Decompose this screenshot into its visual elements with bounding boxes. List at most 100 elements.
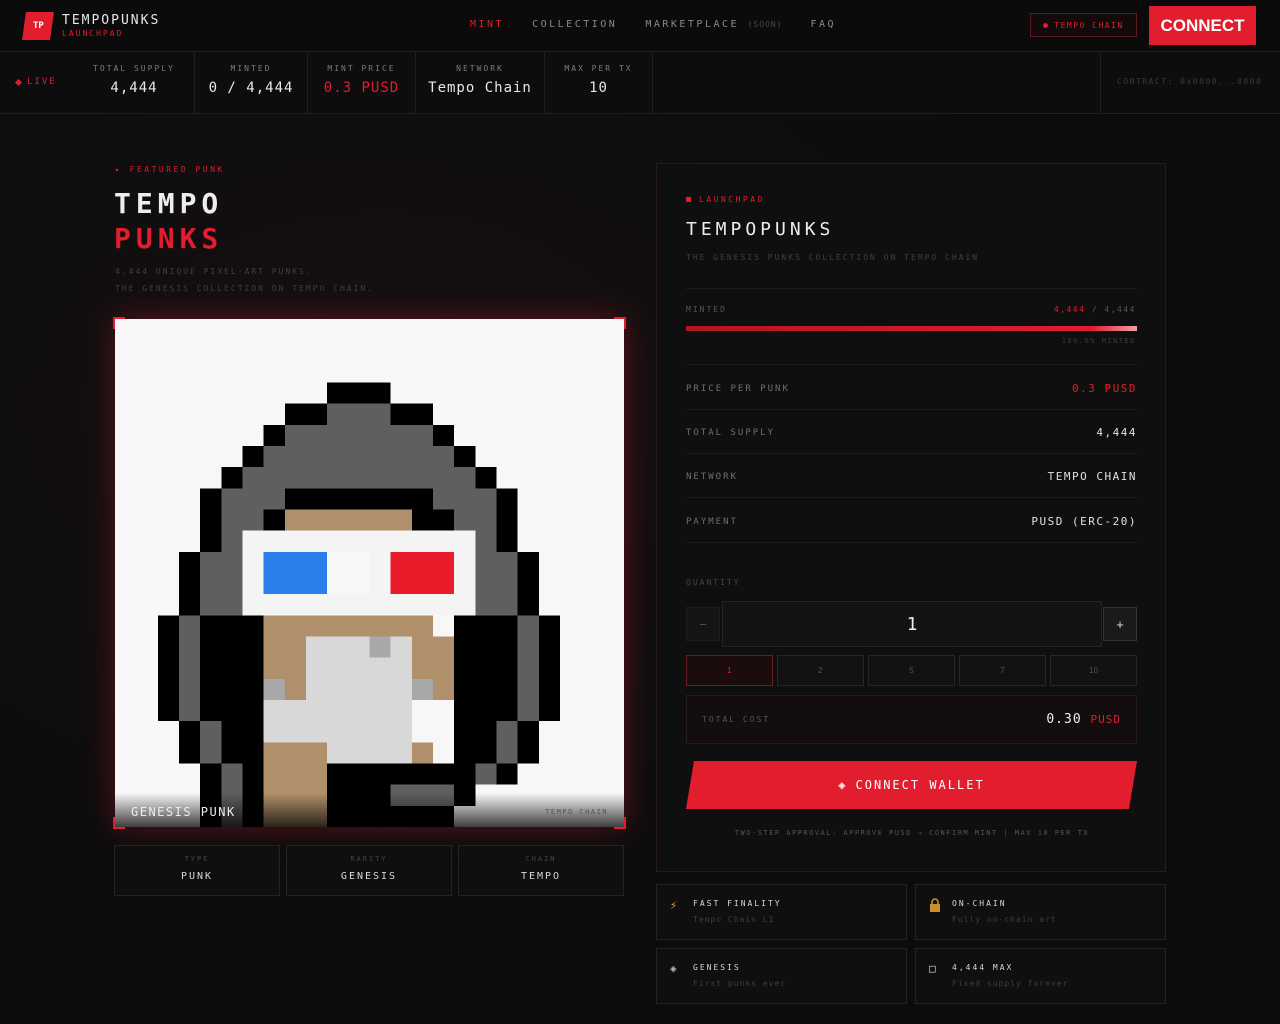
quantity-decrement-button[interactable]: −	[686, 607, 720, 641]
art-caption-bar: GENESIS PUNK TEMPO CHAIN	[115, 793, 624, 827]
mint-note: TWO-STEP APPROVAL: APPROVE PUSD → CONFIR…	[734, 829, 1090, 837]
attribute-rarity: RARITY GENESIS	[286, 845, 452, 896]
contract-address[interactable]: CONTRACT: 0x0000...0000	[1117, 77, 1262, 86]
attribute-label: TYPE	[184, 855, 210, 863]
chain-badge[interactable]: TEMPO CHAIN	[1030, 13, 1137, 37]
featured-punk-art[interactable]: GENESIS PUNK TEMPO CHAIN	[115, 319, 624, 827]
row-price: PRICE PER PUNK 0.3 PUSD	[686, 366, 1137, 410]
square-bullet-icon	[686, 197, 691, 202]
row-total-supply: TOTAL SUPPLY 4,444	[686, 410, 1137, 454]
wallet-diamond-icon: ◈	[838, 778, 848, 792]
stat-value: 0.3 PUSD	[323, 80, 400, 96]
punk-pixel-art	[157, 382, 560, 827]
lock-icon	[929, 898, 941, 915]
row-value: TEMPO CHAIN	[1047, 470, 1137, 483]
stats-bar: LIVE TOTAL SUPPLY 4,444 MINTED 0 / 4,444…	[0, 52, 1280, 114]
feature-sub: Tempo Chain L1	[693, 915, 775, 924]
minted-total-value: 4,444	[1104, 305, 1136, 314]
logo-badge[interactable]: TP	[22, 12, 54, 40]
feature-title: ON-CHAIN	[952, 899, 1007, 908]
quantity-increment-button[interactable]: +	[1103, 607, 1137, 641]
feature-title: 4,444 MAX	[952, 963, 1014, 972]
total-cost-amount: 0.30 PUSD	[1046, 712, 1121, 727]
featured-eyebrow: ▸ FEATURED PUNK	[115, 165, 225, 174]
stat-value: 4,444	[110, 80, 158, 96]
panel-title: TEMPOPUNKS	[686, 219, 835, 240]
quantity-preset-7[interactable]: 7	[959, 655, 1046, 686]
total-cost-value: 0.30	[1046, 712, 1082, 727]
row-label: NETWORK	[686, 472, 738, 482]
art-caption: GENESIS PUNK	[131, 805, 236, 819]
divider	[686, 288, 1137, 289]
live-diamond-icon	[14, 78, 23, 86]
art-chain-tag: TEMPO CHAIN	[545, 808, 608, 816]
feature-sub: Fixed supply forever	[952, 979, 1069, 988]
quantity-preset-10[interactable]: 10	[1050, 655, 1137, 686]
frame-corner	[614, 317, 626, 329]
quantity-preset-2[interactable]: 2	[777, 655, 864, 686]
stat-value: 0 / 4,444	[208, 80, 294, 96]
nav-links: MINT COLLECTION MARKETPLACE (SOON) FAQ	[470, 19, 836, 30]
soon-tag: (SOON)	[747, 20, 783, 29]
chain-badge-label: TEMPO CHAIN	[1054, 20, 1124, 30]
hero-title-line1: TEMPO	[114, 187, 224, 220]
feature-title: FAST FINALITY	[693, 899, 782, 908]
total-cost-unit: PUSD	[1090, 713, 1121, 726]
stat-label: NETWORK	[456, 64, 504, 73]
diamond-icon: ◈	[670, 962, 677, 975]
minted-percent: 100.0% MINTED	[1061, 337, 1136, 345]
stat-max-per-tx: MAX PER TX 10	[545, 52, 653, 114]
stat-label: TOTAL SUPPLY	[93, 64, 175, 73]
feature-fast-finality: ⚡ FAST FINALITY Tempo Chain L1	[656, 884, 907, 940]
live-label: LIVE	[27, 77, 57, 87]
attribute-label: CHAIN	[525, 855, 557, 863]
quantity-preset-5[interactable]: 5	[868, 655, 955, 686]
minted-count: 4,444 / 4,444	[1054, 305, 1136, 314]
nav-link-marketplace-label: MARKETPLACE	[645, 19, 740, 30]
nav-link-marketplace[interactable]: MARKETPLACE (SOON)	[645, 19, 782, 30]
hero-desc-line1: 4,444 UNIQUE PIXEL-ART PUNKS.	[115, 267, 313, 276]
minted-separator: /	[1091, 305, 1099, 314]
feature-sub: First punks ever	[693, 979, 787, 988]
row-value: 4,444	[1096, 426, 1137, 439]
feature-sub: Fully on-chain art	[952, 915, 1057, 924]
stat-value: 10	[589, 80, 608, 96]
minted-count-value: 4,444	[1053, 305, 1086, 314]
attribute-chain: CHAIN TEMPO	[458, 845, 624, 896]
divider	[686, 364, 1137, 365]
nav-link-mint[interactable]: MINT	[470, 19, 504, 30]
minted-label: MINTED	[686, 305, 727, 314]
frame-corner	[113, 817, 125, 829]
stat-network: NETWORK Tempo Chain	[416, 52, 545, 114]
quantity-preset-1[interactable]: 1	[686, 655, 773, 686]
feature-on-chain: ON-CHAIN Fully on-chain art	[915, 884, 1166, 940]
brand-title[interactable]: TEMPOPUNKS	[62, 13, 160, 28]
connect-wallet-button[interactable]: ◈ CONNECT WALLET	[686, 761, 1137, 809]
stat-total-supply: TOTAL SUPPLY 4,444	[74, 52, 195, 114]
connect-wallet-label: CONNECT WALLET	[855, 778, 985, 792]
hero-desc-line2: THE GENESIS COLLECTION ON TEMPO CHAIN.	[115, 284, 375, 293]
row-payment: PAYMENT PUSD (ERC-20)	[686, 499, 1137, 543]
frame-corner	[614, 817, 626, 829]
row-label: PAYMENT	[686, 517, 738, 527]
frame-corner	[113, 317, 125, 329]
attribute-value: GENESIS	[340, 871, 398, 882]
nav-link-faq[interactable]: FAQ	[810, 19, 836, 30]
live-indicator: LIVE	[14, 77, 57, 87]
total-cost-label: TOTAL COST	[702, 715, 771, 724]
connect-button[interactable]: CONNECT	[1149, 6, 1256, 45]
mint-progress-bar	[686, 326, 1137, 331]
quantity-label: QUANTITY	[686, 578, 741, 587]
row-network: NETWORK TEMPO CHAIN	[686, 454, 1137, 498]
stat-label: MINT PRICE	[327, 64, 396, 73]
attribute-value: TEMPO	[520, 871, 562, 882]
square-icon: □	[929, 962, 936, 975]
lightning-icon: ⚡	[670, 898, 678, 912]
feature-max-supply: □ 4,444 MAX Fixed supply forever	[915, 948, 1166, 1004]
stat-mint-price: MINT PRICE 0.3 PUSD	[308, 52, 416, 114]
status-dot-icon	[1043, 22, 1049, 28]
row-label: PRICE PER PUNK	[686, 384, 790, 394]
stat-label: MINTED	[230, 64, 272, 73]
nav-link-collection[interactable]: COLLECTION	[532, 19, 617, 30]
quantity-input[interactable]	[722, 601, 1102, 647]
